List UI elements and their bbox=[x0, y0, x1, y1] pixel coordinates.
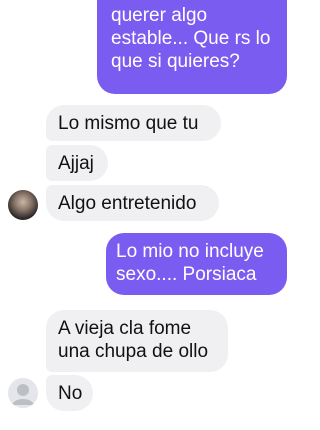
contact-avatar[interactable] bbox=[8, 190, 38, 220]
received-message-bubble[interactable]: Algo entretenido bbox=[46, 185, 219, 221]
sent-message-bubble[interactable]: querer algo estable... Que rs lo que si … bbox=[97, 0, 287, 94]
received-message-bubble[interactable]: Lo mismo que tu bbox=[46, 105, 221, 141]
received-message-bubble[interactable]: Ajjaj bbox=[46, 145, 108, 181]
message-thread: querer algo estable... Que rs lo que si … bbox=[0, 0, 317, 430]
sent-message-bubble[interactable]: Lo mio no incluye sexo.... Porsiaca bbox=[106, 233, 287, 295]
received-message-bubble[interactable]: A vieja cla fome una chupa de ollo bbox=[46, 310, 228, 372]
received-message-bubble[interactable]: No bbox=[46, 375, 93, 411]
default-user-avatar-icon[interactable] bbox=[8, 378, 38, 408]
